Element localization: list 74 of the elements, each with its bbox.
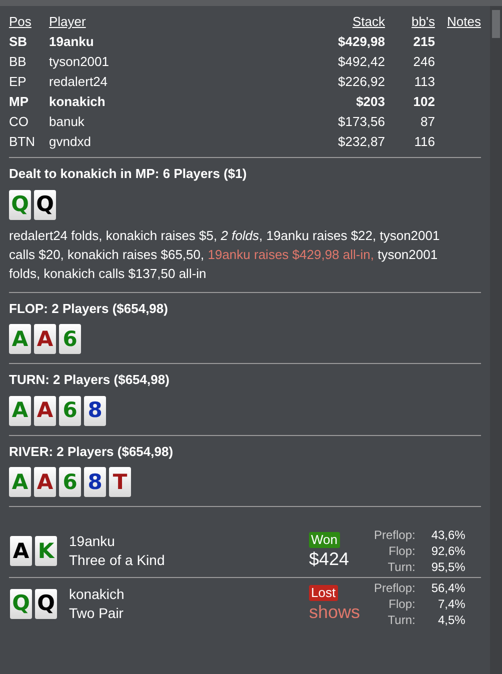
table-cell-text: banuk xyxy=(49,113,86,131)
table-cell-text: 215 xyxy=(412,33,435,51)
playing-card: 6 xyxy=(59,396,81,426)
equity-value: 4,5% xyxy=(437,612,466,628)
action-text: redalert24 folds, konakich raises $5, 2 folds, 19anku raises $22, tyson2001 calls $20, konakich raises $65,50, 19anku raises $429,98 all-in, tyson2001 folds, konakich calls $137,50 all-in xyxy=(9,226,441,282)
column-header[interactable]: Player xyxy=(49,12,295,32)
playing-card: 6 xyxy=(59,324,81,354)
equity-label: Preflop: xyxy=(374,580,416,596)
amount: shows xyxy=(309,600,360,622)
equity-label: Flop: xyxy=(388,543,416,559)
equity-label: Turn: xyxy=(386,612,416,628)
playing-card: A xyxy=(9,396,31,426)
playing-card: A xyxy=(9,324,31,354)
playing-card: A xyxy=(34,467,56,497)
column-header[interactable]: bb's xyxy=(385,12,435,32)
table-cell-text: 246 xyxy=(412,53,435,71)
table-cell-text: $232,87 xyxy=(337,133,385,151)
playing-card: K xyxy=(35,536,57,566)
equity-label: Turn: xyxy=(386,559,416,575)
column-header[interactable]: Pos xyxy=(9,12,49,32)
playing-card: 8 xyxy=(84,467,106,497)
equity-value: 43,6% xyxy=(430,527,466,543)
scrollbar[interactable] xyxy=(490,6,502,674)
result-badge: Won xyxy=(309,532,340,548)
hand-rank: Two Pair xyxy=(69,604,124,622)
table-cell-text: $203 xyxy=(355,93,385,111)
street-heading: Dealt to konakich in MP: 6 Players ($1) xyxy=(9,165,248,183)
table-cell-text: 113 xyxy=(413,73,435,91)
equity-label: Preflop: xyxy=(374,527,416,543)
playing-card: T xyxy=(109,467,131,497)
playing-card: Q xyxy=(34,190,56,220)
table-cell-text: 19anku xyxy=(49,33,95,51)
column-header[interactable]: Notes xyxy=(435,12,481,32)
playing-card: A xyxy=(34,324,56,354)
table-cell-text: redalert24 xyxy=(49,73,109,91)
street-heading: TURN: 2 Players ($654,98) xyxy=(9,371,170,389)
player-name: 19anku xyxy=(69,532,116,551)
table-cell-text: 102 xyxy=(412,93,435,111)
table-cell-text: MP xyxy=(9,93,30,111)
equity-value: 92,6% xyxy=(430,543,466,559)
player-name: konakich xyxy=(69,584,126,604)
playing-card: A xyxy=(9,467,31,497)
table-cell-text: 116 xyxy=(413,133,435,151)
table-cell-text: $429,98 xyxy=(337,33,385,51)
table-cell-text: 87 xyxy=(420,113,435,131)
table-cell-text: $173,56 xyxy=(337,113,385,131)
table-cell-text: konakich xyxy=(49,93,106,111)
street-heading: FLOP: 2 Players ($654,98) xyxy=(9,300,169,318)
column-header[interactable]: Stack xyxy=(295,12,385,32)
table-cell-text: BB xyxy=(9,53,28,71)
hand-rank: Three of a Kind xyxy=(69,551,166,570)
table-cell-text: EP xyxy=(9,73,28,91)
amount: $424 xyxy=(309,548,350,570)
table-cell-text: BTN xyxy=(9,133,36,151)
playing-card: A xyxy=(10,536,32,566)
equity-value: 56,4% xyxy=(430,580,466,596)
scrollbar-thumb[interactable] xyxy=(492,10,500,38)
playing-card: Q xyxy=(9,190,31,220)
result-badge: Lost xyxy=(309,584,338,600)
playing-card: A xyxy=(34,396,56,426)
table-cell-text: SB xyxy=(9,33,28,51)
playing-card: 8 xyxy=(84,396,106,426)
table-cell-text: CO xyxy=(9,113,30,131)
playing-card: Q xyxy=(35,588,57,618)
street-heading: RIVER: 2 Players ($654,98) xyxy=(9,442,174,461)
playing-card: Q xyxy=(10,588,32,618)
table-cell-text: gvndxd xyxy=(49,133,92,151)
equity-label: Flop: xyxy=(388,596,416,612)
table-cell-text: $226,92 xyxy=(337,73,385,91)
table-cell-text: tyson2001 xyxy=(49,53,110,71)
equity-value: 7,4% xyxy=(437,596,466,612)
table-cell-text: $492,42 xyxy=(337,53,385,71)
playing-card: 6 xyxy=(59,467,81,497)
equity-value: 95,5% xyxy=(430,559,466,575)
